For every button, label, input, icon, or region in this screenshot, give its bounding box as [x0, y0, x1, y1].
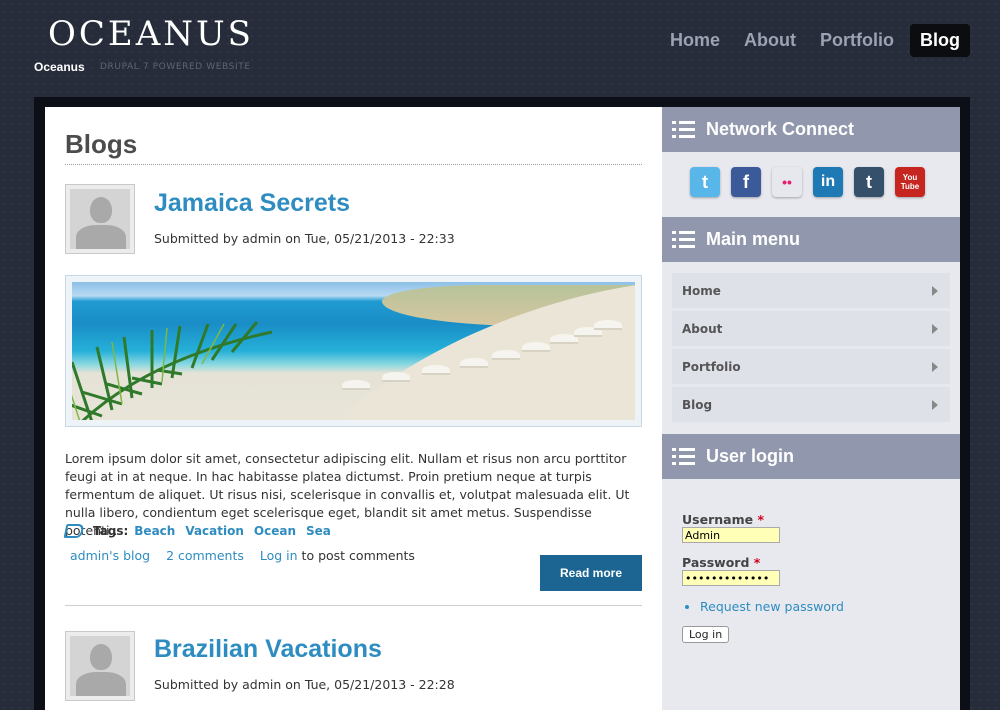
post-links: admin's blog 2 comments Log in to post c… — [70, 548, 415, 563]
post-tags: Tags: Beach Vacation Ocean Sea — [63, 524, 335, 538]
menu-item-label: Home — [682, 283, 721, 298]
site-name[interactable]: Oceanus — [34, 60, 85, 74]
menu-item-label: Blog — [682, 397, 713, 412]
menu-item-label: Portfolio — [682, 359, 741, 374]
comments-link[interactable]: 2 comments — [166, 548, 244, 563]
block-title: Main menu — [706, 229, 801, 249]
youtube-icon[interactable]: You Tube — [895, 167, 925, 197]
tag-beach[interactable]: Beach — [134, 524, 175, 538]
user-login-header: User login — [662, 434, 960, 479]
username-field[interactable] — [682, 527, 780, 543]
login-links: Request new password — [700, 599, 942, 614]
main-menu: Home About Portfolio Blog — [672, 273, 950, 425]
post-image[interactable] — [65, 275, 642, 427]
menu-item-blog[interactable]: Blog — [672, 387, 950, 422]
twitter-icon[interactable]: t — [690, 167, 720, 197]
password-field[interactable] — [682, 570, 780, 586]
list-icon — [672, 230, 696, 250]
block-title: User login — [706, 446, 795, 466]
sidebar: Network Connect t f •• in t You Tube Mai… — [662, 107, 960, 710]
request-password-link[interactable]: Request new password — [700, 599, 844, 614]
password-label: Password * — [682, 555, 761, 570]
menu-item-home[interactable]: Home — [672, 273, 950, 308]
list-icon — [672, 447, 696, 467]
nav-blog[interactable]: Blog — [910, 24, 970, 57]
author-blog-link[interactable]: admin's blog — [70, 548, 150, 563]
tag-ocean[interactable]: Ocean — [254, 524, 296, 538]
read-more-button[interactable]: Read more — [540, 555, 642, 591]
main-content: Blogs Jamaica Secrets Submitted by admin… — [45, 107, 662, 710]
tag-vacation[interactable]: Vacation — [185, 524, 244, 538]
linkedin-icon[interactable]: in — [813, 167, 843, 197]
post-title[interactable]: Jamaica Secrets — [154, 189, 350, 218]
nav-about[interactable]: About — [730, 24, 806, 57]
login-submit-button[interactable]: Log in — [682, 626, 730, 643]
main-menu-header: Main menu — [662, 217, 960, 262]
main-navigation: Home About Portfolio Blog — [656, 24, 970, 57]
login-link[interactable]: Log in — [260, 548, 298, 563]
facebook-icon[interactable]: f — [731, 167, 761, 197]
login-suffix: to post comments — [297, 548, 415, 563]
chevron-right-icon — [932, 323, 938, 334]
title-divider — [65, 164, 642, 165]
menu-item-about[interactable]: About — [672, 311, 950, 346]
tags-label: Tags: — [93, 524, 129, 538]
nav-home[interactable]: Home — [656, 24, 730, 57]
post-separator — [65, 605, 642, 606]
social-icons: t f •• in t You Tube — [690, 167, 925, 197]
nav-portfolio[interactable]: Portfolio — [806, 24, 904, 57]
beach-photo — [72, 282, 635, 420]
chevron-right-icon — [932, 361, 938, 372]
site-slogan: DRUPAL 7 POWERED WEBSITE — [100, 62, 251, 72]
list-icon — [672, 120, 696, 140]
chevron-right-icon — [932, 399, 938, 410]
palm-leaf-graphic — [72, 321, 273, 420]
block-title: Network Connect — [706, 119, 855, 139]
tumblr-icon[interactable]: t — [854, 167, 884, 197]
site-header: OCEANUS Oceanus DRUPAL 7 POWERED WEBSITE… — [0, 0, 1000, 95]
author-avatar[interactable] — [65, 631, 135, 701]
tag-icon — [63, 524, 85, 538]
tag-sea[interactable]: Sea — [306, 524, 331, 538]
login-form: Username * Password * Request new passwo… — [682, 512, 942, 643]
menu-item-label: About — [682, 321, 723, 336]
post-title[interactable]: Brazilian Vacations — [154, 635, 382, 664]
page-title: Blogs — [65, 129, 138, 159]
chevron-right-icon — [932, 285, 938, 296]
network-connect-header: Network Connect — [662, 107, 960, 152]
post-submitted: Submitted by admin on Tue, 05/21/2013 - … — [154, 231, 455, 246]
site-logo[interactable]: OCEANUS — [48, 14, 254, 54]
post-submitted: Submitted by admin on Tue, 05/21/2013 - … — [154, 677, 455, 692]
username-label: Username * — [682, 512, 764, 527]
flickr-icon[interactable]: •• — [772, 167, 802, 197]
author-avatar[interactable] — [65, 184, 135, 254]
menu-item-portfolio[interactable]: Portfolio — [672, 349, 950, 384]
